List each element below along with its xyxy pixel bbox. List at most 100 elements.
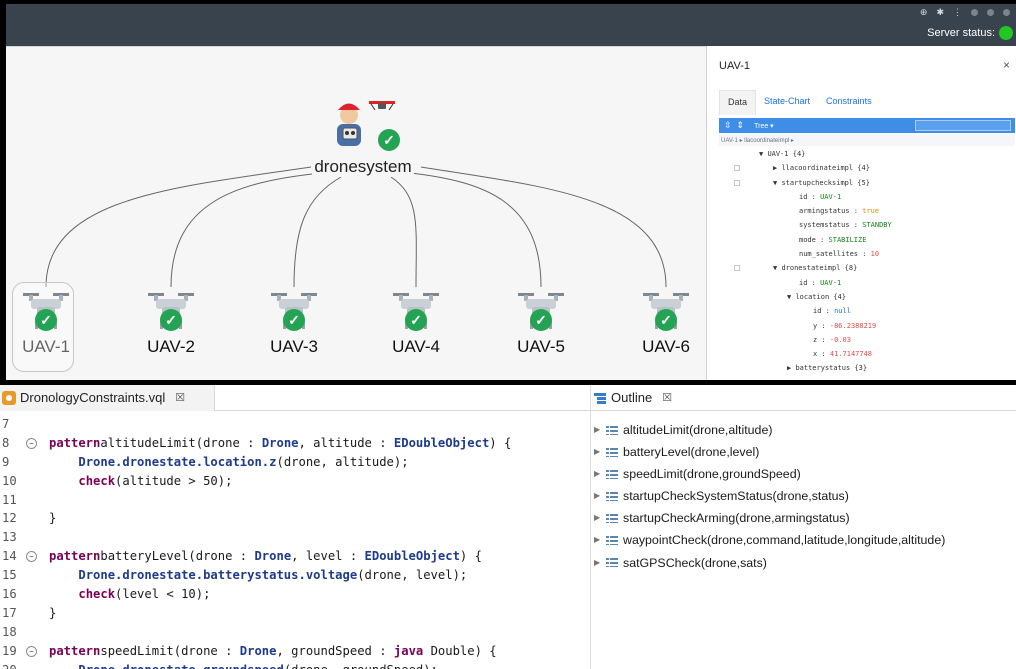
expand-arrow-icon[interactable]: ▶ [594, 419, 606, 441]
editor-tab[interactable]: DronologyConstraints.vql ☒ [0, 385, 215, 411]
tree-value[interactable]: -0.03 [830, 336, 851, 344]
breadcrumb[interactable]: UAV-1 ▸ llacoordinateimpl ▸ [719, 134, 1015, 146]
tree-row[interactable]: systemstatus : STANDBY [719, 218, 1015, 232]
tree-row[interactable]: mode : STABILIZE [719, 233, 1015, 247]
tree-search-input[interactable] [915, 120, 1011, 131]
code-line[interactable]: 10 check(altitude > 50); [0, 472, 590, 491]
tree-value[interactable]: null [834, 307, 851, 315]
close-icon[interactable]: × [1003, 58, 1010, 72]
tree-row[interactable]: ▶ batterystatus {3} [719, 361, 1015, 375]
code-lines[interactable]: 7 8− patternaltitudeLimit(drone : Drone, a… [0, 415, 590, 669]
tree-row[interactable]: x : 41.7147748 [719, 347, 1015, 361]
uav-node[interactable]: ✓ UAV-5 [511, 287, 571, 357]
code-line[interactable]: 14− patternbatteryLevel(drone : Drone, le… [0, 547, 590, 566]
expand-arrow-icon[interactable]: ▶ [594, 485, 606, 507]
drone-icon: ✓ [516, 287, 566, 333]
code-line[interactable]: 18 [0, 623, 590, 642]
uav-node[interactable]: ✓ UAV-3 [264, 287, 324, 357]
code-line[interactable]: 20 Drone.dronestate.groundspeed(drone, g… [0, 661, 590, 669]
code-line[interactable]: 17} [0, 604, 590, 623]
code-line[interactable]: 8− patternaltitudeLimit(drone : Drone, al… [0, 434, 590, 453]
outline-item[interactable]: ▶ altitudeLimit(drone,altitude) [591, 419, 945, 441]
code-line[interactable]: 11 [0, 491, 590, 510]
expand-arrow-icon[interactable]: ▶ [594, 552, 606, 574]
expand-arrow-icon[interactable]: ▶ [594, 463, 606, 485]
tree-value[interactable]: 10 [871, 250, 879, 258]
uav-node[interactable]: ✓ UAV-2 [141, 287, 201, 357]
tree-row-checkbox[interactable] [734, 265, 740, 272]
collapse-all-icon[interactable]: ⇕ [737, 120, 745, 131]
tree-value[interactable]: -86.2388219 [830, 322, 876, 330]
expand-toggle-icon[interactable]: ▼ [773, 179, 777, 187]
code-editor[interactable]: DronologyConstraints.vql ☒ 7 8− patternalt… [0, 385, 590, 669]
expand-arrow-icon[interactable]: ▶ [594, 441, 606, 463]
fold-toggle-icon[interactable]: − [26, 645, 37, 657]
expand-toggle-icon[interactable]: ▶ [773, 164, 777, 172]
outline-item[interactable]: ▶ startupCheckArming(drone,armingstatus) [591, 507, 945, 529]
tree-row-checkbox[interactable] [734, 165, 740, 172]
expand-arrow-icon[interactable]: ▶ [594, 507, 606, 529]
pattern-icon [606, 469, 618, 479]
tree-value[interactable]: UAV-1 [820, 279, 841, 287]
tree-row[interactable]: id : UAV-1 [719, 276, 1015, 290]
code-line[interactable]: 19− patternspeedLimit(drone : Drone, grou… [0, 642, 590, 661]
tree-value[interactable]: STABILIZE [829, 236, 867, 244]
tree-row[interactable]: id : UAV-1 [719, 190, 1015, 204]
tree-value[interactable]: UAV-1 [820, 193, 841, 201]
outline-item[interactable]: ▶ speedLimit(drone,groundSpeed) [591, 463, 945, 485]
outline-item[interactable]: ▶ startupCheckSystemStatus(drone,status) [591, 485, 945, 507]
window-dot-icon[interactable] [971, 9, 978, 16]
tab-constraints[interactable]: Constraints [818, 90, 880, 115]
code-line[interactable]: 12} [0, 509, 590, 528]
tab-state-chart[interactable]: State-Chart [756, 90, 818, 115]
code-line[interactable]: 9 Drone.dronestate.location.z(drone, alt… [0, 453, 590, 472]
code-line[interactable]: 16 check(level < 10); [0, 585, 590, 604]
zoom-icon[interactable]: ⊕ [920, 6, 928, 18]
drone-system-graph[interactable]: ✓ dronesystem ✓ UAV-1 ✓ UAV-2 ✓ UAV-3 ✓ UAV-4 ✓ U… [6, 46, 706, 380]
tree-value[interactable]: true [862, 207, 879, 215]
expand-toggle-icon[interactable]: ▼ [773, 264, 777, 272]
tree-row-checkbox[interactable] [734, 179, 740, 186]
fold-toggle-icon[interactable]: − [26, 437, 37, 449]
extension-icon[interactable]: ✱ [936, 6, 944, 18]
edge-uav-6 [420, 166, 667, 288]
outline-item[interactable]: ▶ waypointCheck(drone,command,latitude,lo… [591, 529, 945, 551]
expand-toggle-icon[interactable]: ▶ [787, 364, 791, 372]
tree-row[interactable]: ▶ llacoordinateimpl {4} [719, 161, 1015, 175]
close-icon[interactable]: ☒ [662, 391, 672, 404]
tree-row[interactable]: ▼ dronestateimpl {8} [719, 261, 1015, 275]
uav-node[interactable]: ✓ UAV-4 [386, 287, 446, 357]
expand-all-icon[interactable]: ⇳ [724, 120, 732, 131]
window-dot-icon[interactable] [1003, 9, 1010, 16]
tree-row[interactable]: y : -86.2388219 [719, 319, 1015, 333]
uav-node[interactable]: ✓ UAV-6 [636, 287, 696, 357]
tree-row[interactable]: id : null [719, 304, 1015, 318]
code-line[interactable]: 13 [0, 528, 590, 547]
tree-row-content: ▼ location {4} [787, 290, 846, 304]
root-node-dronesystem[interactable]: ✓ dronesystem [308, 95, 418, 177]
uav-node[interactable]: ✓ UAV-1 [12, 282, 76, 372]
outline-item[interactable]: ▶ satGPSCheck(drone,sats) [591, 552, 945, 574]
expand-toggle-icon[interactable]: ▼ [787, 293, 791, 301]
tree-mode-select[interactable]: Tree ▾ [754, 122, 774, 130]
tree-row[interactable]: ▼ UAV-1 {4} [719, 147, 1015, 161]
code-text: } [49, 509, 56, 528]
code-line[interactable]: 15 Drone.dronestate.batterystatus.voltag… [0, 566, 590, 585]
tree-value[interactable]: STANDBY [862, 221, 892, 229]
tab-data[interactable]: Data [719, 90, 757, 115]
tree-value[interactable]: 41.7147748 [830, 350, 872, 358]
tree-row[interactable]: armingstatus : true [719, 204, 1015, 218]
expand-toggle-icon[interactable]: ▼ [759, 150, 763, 158]
tree-row[interactable]: ▼ location {4} [719, 290, 1015, 304]
tree-row[interactable]: z : -0.03 [719, 333, 1015, 347]
tree-separator: : [817, 321, 830, 330]
outline-item[interactable]: ▶ batteryLevel(drone,level) [591, 441, 945, 463]
more-icon[interactable]: ⋮ [953, 6, 962, 18]
window-dot-icon[interactable] [987, 9, 994, 16]
outline-tab-label[interactable]: Outline [611, 390, 652, 405]
tree-row[interactable]: num_satellites : 10 [719, 247, 1015, 261]
code-line[interactable]: 7 [0, 415, 590, 434]
tree-row[interactable]: ▼ startupchecksimpl {5} [719, 176, 1015, 190]
expand-arrow-icon[interactable]: ▶ [594, 529, 606, 551]
close-icon[interactable]: ☒ [175, 391, 185, 404]
